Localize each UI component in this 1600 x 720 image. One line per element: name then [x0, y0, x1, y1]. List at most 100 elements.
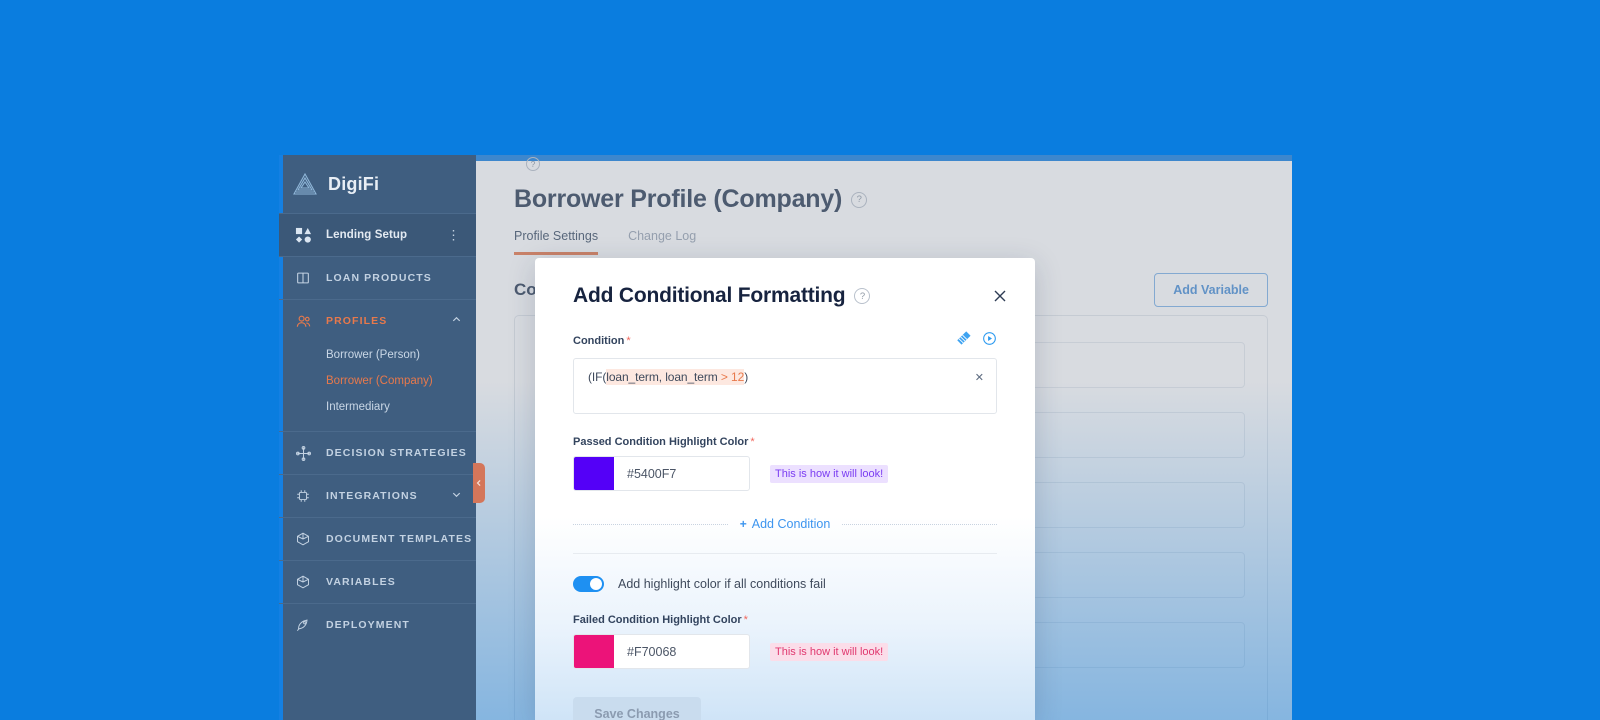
modal-header: Add Conditional Formatting ?: [535, 258, 1035, 308]
failed-color-field-header: Failed Condition Highlight Color *: [573, 614, 997, 626]
add-condition-label: Add Condition: [751, 517, 831, 531]
sidebar-collapse-button[interactable]: [473, 463, 485, 503]
failed-color-label-text: Failed Condition Highlight Color: [573, 614, 742, 626]
failed-color-row: #F70068 This is how it will look!: [573, 634, 997, 669]
screen-root: DigiFi Lending Setup ⋮ LOAN PRODUCTS PRO…: [0, 0, 1600, 720]
sidebar-item-label: Profiles: [326, 315, 388, 327]
page-tabs: Profile Settings Change Log: [514, 229, 696, 255]
failed-color-swatch[interactable]: [574, 635, 614, 668]
run-play-icon[interactable]: [982, 331, 997, 351]
people-icon: [292, 311, 314, 331]
sidebar-subitem-intermediary[interactable]: Intermediary: [279, 394, 476, 420]
modal-title: Add Conditional Formatting ?: [573, 284, 871, 308]
sidebar-item-document-templates[interactable]: Document Templates: [279, 517, 476, 560]
divider-right: [842, 523, 998, 525]
add-variable-button[interactable]: Add Variable: [1154, 273, 1268, 307]
rocket-icon: [292, 615, 314, 635]
top-blue-bar: [476, 155, 1292, 161]
sidebar-item-label: Loan Products: [326, 272, 432, 284]
required-marker: *: [626, 334, 631, 347]
formula-wand-icon[interactable]: [956, 330, 972, 351]
sidebar-workspace-label: Lending Setup: [326, 229, 408, 241]
condition-formula-input[interactable]: (IF(loan_term, loan_term > 12) ✕: [573, 358, 997, 414]
close-icon[interactable]: [989, 285, 1011, 307]
sidebar-subitem-label: Borrower (Company): [326, 375, 433, 387]
page-title-text: Borrower Profile (Company): [514, 185, 843, 213]
failed-color-label: Failed Condition Highlight Color *: [573, 614, 748, 626]
sidebar-item-label: Document Templates: [326, 533, 473, 545]
page-title: Borrower Profile (Company) ?: [514, 185, 868, 214]
passed-color-row: #5400F7 This is how it will look!: [573, 456, 997, 491]
sidebar-subitem-label: Intermediary: [326, 401, 390, 413]
tab-change-log[interactable]: Change Log: [628, 229, 696, 255]
passed-color-value[interactable]: #5400F7: [614, 457, 749, 490]
section-title: Co: [514, 280, 537, 299]
sidebar-item-label: Deployment: [326, 619, 410, 631]
passed-color-field-header: Passed Condition Highlight Color *: [573, 436, 997, 448]
cube-icon: [292, 529, 314, 549]
sidebar-item-variables[interactable]: Variables: [279, 560, 476, 603]
fail-highlight-toggle-label: Add highlight color if all conditions fa…: [618, 577, 826, 591]
sidebar-workspace-lending-setup[interactable]: Lending Setup ⋮: [279, 213, 476, 256]
fail-highlight-toggle[interactable]: [573, 576, 604, 592]
passed-color-input[interactable]: #5400F7: [573, 456, 750, 491]
shapes-icon: [292, 225, 314, 245]
condition-label-text: Condition: [573, 334, 625, 347]
condition-toolbar: [956, 330, 997, 351]
chip-icon: [292, 486, 314, 506]
required-marker: *: [750, 436, 755, 448]
passed-color-label-text: Passed Condition Highlight Color: [573, 436, 749, 448]
modal-body: Condition * (IF(loan_term, loan_term > 1…: [535, 330, 1035, 669]
help-circle-icon[interactable]: ?: [526, 157, 540, 171]
add-condition-button[interactable]: + Add Condition: [740, 517, 831, 531]
book-icon: [292, 268, 314, 288]
failed-color-preview-badge: This is how it will look!: [770, 642, 889, 661]
sidebar-item-loan-products[interactable]: Loan Products: [279, 256, 476, 299]
sidebar-item-deployment[interactable]: Deployment: [279, 603, 476, 646]
formula-operator: >: [720, 370, 728, 384]
failed-color-input[interactable]: #F70068: [573, 634, 750, 669]
chevron-up-icon[interactable]: [451, 312, 462, 330]
sidebar-item-decision-strategies[interactable]: Decision Strategies: [279, 431, 476, 474]
condition-formula-text: (IF(loan_term, loan_term > 12): [588, 369, 982, 385]
modal-title-text: Add Conditional Formatting: [573, 284, 846, 307]
formula-suffix: ): [744, 370, 749, 384]
sidebar-item-integrations[interactable]: Integrations: [279, 474, 476, 517]
sidebar-subitem-borrower-person[interactable]: Borrower (Person): [279, 342, 476, 368]
formula-number: 12: [727, 370, 745, 384]
chevron-down-icon[interactable]: [451, 487, 462, 505]
tab-label: Profile Settings: [514, 229, 599, 243]
sidebar-item-label: Variables: [326, 576, 396, 588]
help-circle-icon[interactable]: ?: [854, 288, 871, 304]
failed-color-value[interactable]: #F70068: [614, 635, 749, 668]
passed-color-preview-badge: This is how it will look!: [770, 464, 889, 483]
plus-icon: +: [739, 517, 747, 531]
sidebar-subitem-label: Borrower (Person): [326, 349, 420, 361]
cube-icon: [292, 572, 314, 592]
condition-label: Condition *: [573, 335, 631, 347]
condition-field-header: Condition *: [573, 330, 997, 351]
toggle-knob: [590, 578, 602, 590]
section-divider: [573, 553, 997, 554]
sidebar-item-label: Decision Strategies: [326, 447, 467, 459]
nodes-icon: [292, 443, 314, 463]
formula-highlight: loan_term, loan_term: [606, 370, 721, 384]
formula-prefix: (IF(: [588, 370, 607, 384]
help-circle-icon[interactable]: ?: [851, 191, 868, 208]
chevron-left-icon: [475, 474, 483, 492]
save-changes-button[interactable]: Save Changes: [573, 697, 701, 720]
passed-color-swatch[interactable]: [574, 457, 614, 490]
add-conditional-formatting-modal: Add Conditional Formatting ? Condition*: [535, 258, 1035, 720]
tab-profile-settings[interactable]: Profile Settings: [514, 229, 599, 255]
passed-color-label: Passed Condition Highlight Color *: [573, 436, 755, 448]
add-condition-row: + Add Condition: [573, 517, 998, 531]
sidebar-subitem-borrower-company[interactable]: Borrower (Company): [279, 368, 476, 394]
digifi-triangle-logo-icon: [292, 172, 318, 196]
sidebar-logo[interactable]: DigiFi: [279, 155, 476, 213]
clear-x-icon[interactable]: ✕: [975, 371, 984, 384]
sidebar-logo-text: DigiFi: [328, 173, 380, 194]
tab-label: Change Log: [628, 229, 697, 243]
kebab-menu-icon[interactable]: ⋮: [447, 229, 460, 242]
sidebar-item-profiles[interactable]: Profiles: [279, 299, 476, 342]
required-marker: *: [743, 614, 748, 626]
